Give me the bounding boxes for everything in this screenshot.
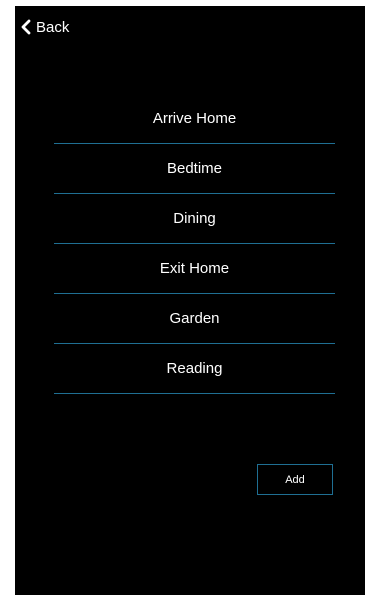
scene-item-label: Exit Home — [159, 260, 230, 277]
scene-item-label: Dining — [173, 210, 216, 227]
scene-item-label: Arrive Home — [152, 110, 237, 127]
scene-item-label: Bedtime — [166, 160, 223, 177]
back-button[interactable]: Back — [21, 15, 69, 39]
scene-item-bedtime[interactable]: Bedtime — [54, 144, 335, 194]
chevron-left-icon — [21, 19, 31, 35]
scene-item-reading[interactable]: Reading — [54, 344, 335, 394]
scene-item-dining[interactable]: Dining — [54, 194, 335, 244]
back-label: Back — [36, 18, 70, 36]
scene-list: Arrive Home Bedtime Dining Exit Home Gar… — [54, 94, 335, 394]
scene-item-label: Reading — [166, 360, 223, 377]
scene-item-exit-home[interactable]: Exit Home — [54, 244, 335, 294]
scene-item-garden[interactable]: Garden — [54, 294, 335, 344]
scene-item-arrive-home[interactable]: Arrive Home — [54, 94, 335, 144]
scene-item-label: Garden — [169, 310, 220, 327]
add-button[interactable]: Add — [257, 464, 333, 495]
app-screen: Back Arrive Home Bedtime Dining Exit Hom… — [15, 6, 365, 595]
